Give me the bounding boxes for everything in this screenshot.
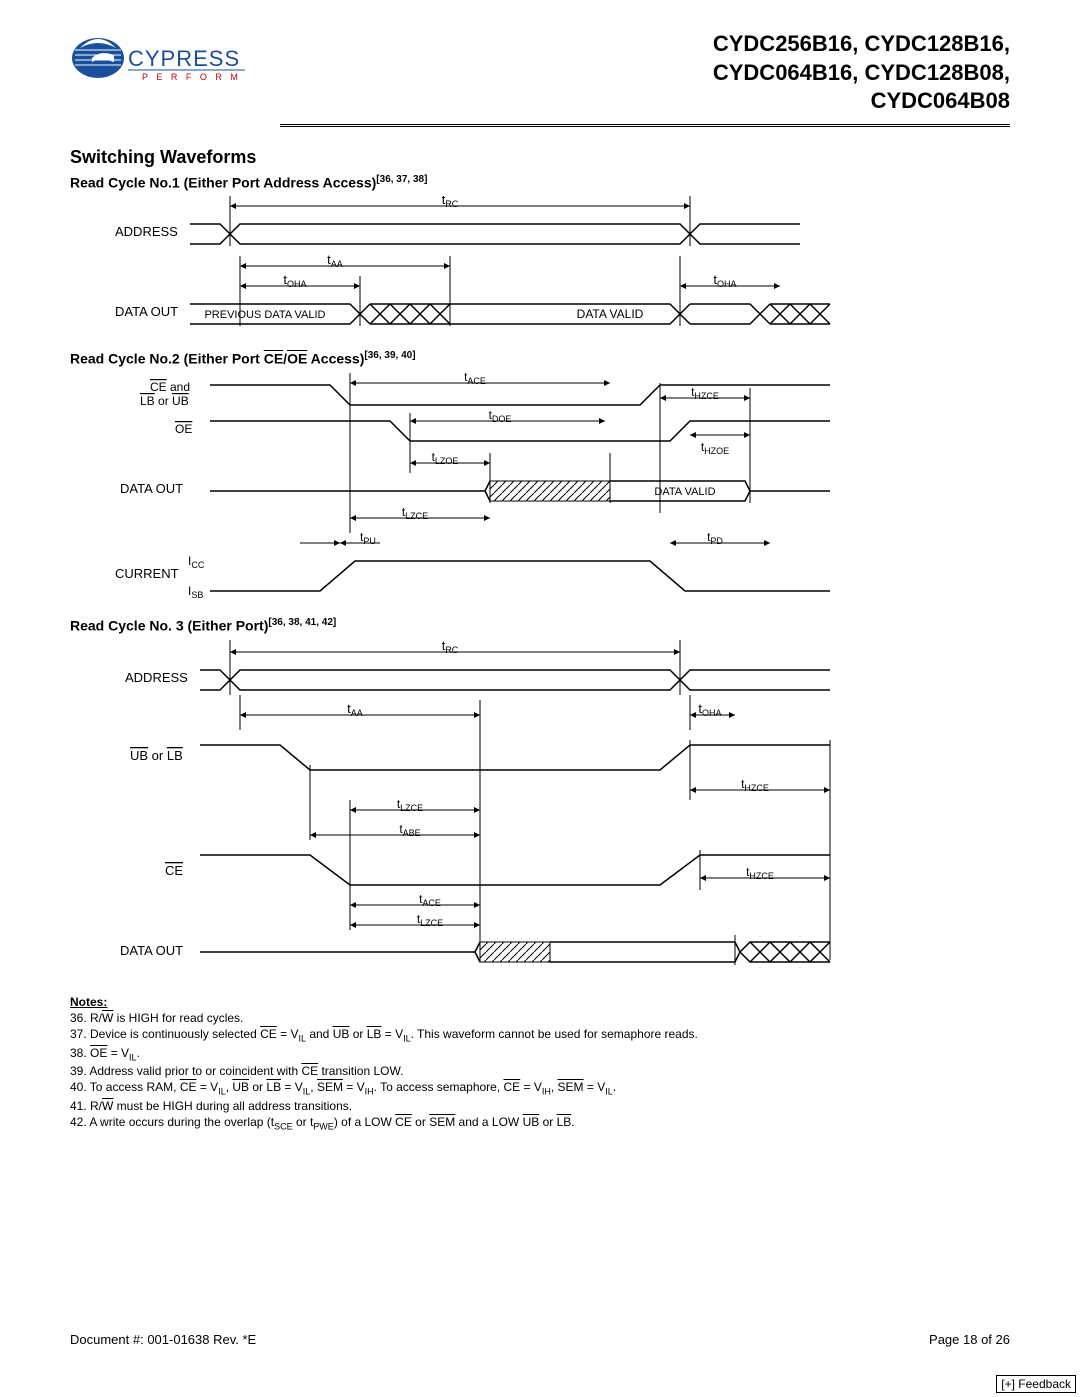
svg-text:tPU: tPU [360, 530, 376, 546]
svg-text:tOHA: tOHA [713, 272, 736, 289]
svg-text:tLZCE: tLZCE [402, 505, 428, 521]
svg-text:tAA: tAA [347, 701, 363, 718]
note-36: 36. R/W is HIGH for read cycles. [70, 1010, 1010, 1026]
cypress-logo: CYPRESS P E R F O R M [70, 30, 250, 100]
doc-number: Document #: 001-01638 Rev. *E [70, 1332, 256, 1347]
svg-text:tLZOE: tLZOE [432, 450, 459, 466]
svg-text:CURRENT: CURRENT [115, 566, 179, 581]
diagram2-title: Read Cycle No.2 (Either Port CE/OE Acces… [70, 350, 1010, 367]
svg-text:ADDRESS: ADDRESS [125, 670, 188, 685]
svg-text:tHZCE: tHZCE [746, 865, 774, 881]
svg-text:CE and: CE and [150, 380, 190, 394]
svg-text:P E R F O R M: P E R F O R M [142, 72, 241, 82]
svg-text:ADDRESS: ADDRESS [115, 224, 178, 239]
note-38: 38. OE = VIL. [70, 1045, 1010, 1064]
svg-text:tACE: tACE [419, 892, 441, 908]
svg-text:CE: CE [165, 863, 183, 878]
note-41: 41. R/W must be HIGH during all address … [70, 1098, 1010, 1114]
diagram3: tRC ADDRESS tAA tOHA UB or LB tHZCE [110, 640, 1010, 980]
svg-text:tOHA: tOHA [283, 272, 306, 289]
notes-title: Notes: [70, 994, 1010, 1010]
page-number: Page 18 of 26 [929, 1332, 1010, 1347]
parts-line3: CYDC064B08 [280, 87, 1010, 116]
svg-text:OE: OE [175, 422, 192, 436]
svg-text:CYPRESS: CYPRESS [128, 46, 240, 71]
footer: Document #: 001-01638 Rev. *E Page 18 of… [70, 1332, 1010, 1347]
svg-text:LB or UB: LB or UB [140, 394, 189, 408]
svg-text:tHZCE: tHZCE [691, 385, 719, 401]
svg-text:DATA VALID: DATA VALID [577, 307, 644, 321]
svg-text:tPD: tPD [707, 530, 723, 546]
svg-text:DATA OUT: DATA OUT [115, 304, 178, 319]
parts-line1: CYDC256B16, CYDC128B16, [280, 30, 1010, 59]
svg-text:tOHA: tOHA [698, 701, 721, 718]
svg-text:UB or LB: UB or LB [130, 748, 183, 763]
note-37: 37. Device is continuously selected CE =… [70, 1026, 1010, 1045]
parts-line2: CYDC064B16, CYDC128B08, [280, 59, 1010, 88]
svg-text:tACE: tACE [464, 373, 486, 386]
svg-text:tHZOE: tHZOE [701, 440, 729, 456]
section-title: Switching Waveforms [70, 147, 1010, 168]
svg-text:tLZCE: tLZCE [417, 912, 443, 928]
feedback-button[interactable]: [+] Feedback [996, 1375, 1076, 1393]
svg-text:ICC: ICC [188, 554, 205, 570]
note-42: 42. A write occurs during the overlap (t… [70, 1114, 1010, 1133]
part-numbers: CYDC256B16, CYDC128B16, CYDC064B16, CYDC… [280, 30, 1010, 127]
svg-text:PREVIOUS DATA VALID: PREVIOUS DATA VALID [204, 309, 325, 321]
svg-text:tABE: tABE [399, 822, 420, 838]
svg-text:tHZCE: tHZCE [741, 777, 769, 793]
svg-text:ISB: ISB [188, 584, 203, 600]
svg-text:tLZCE: tLZCE [397, 797, 423, 813]
diagram3-title: Read Cycle No. 3 (Either Port)[36, 38, 4… [70, 617, 1010, 634]
svg-text:DATA OUT: DATA OUT [120, 481, 183, 496]
diagram2: CE and LB or UB tACE tHZCE OE tDOE tHZOE [110, 373, 1010, 603]
svg-text:tRC: tRC [442, 196, 459, 209]
svg-text:DATA OUT: DATA OUT [120, 943, 183, 958]
svg-text:tAA: tAA [327, 252, 343, 269]
note-39: 39. Address valid prior to or coincident… [70, 1063, 1010, 1079]
notes: Notes: 36. R/W is HIGH for read cycles. … [70, 994, 1010, 1133]
diagram1-title: Read Cycle No.1 (Either Port Address Acc… [70, 174, 1010, 191]
svg-text:tRC: tRC [442, 640, 459, 655]
note-40: 40. To access RAM, CE = VIL, UB or LB = … [70, 1079, 1010, 1098]
svg-text:DATA VALID: DATA VALID [654, 486, 715, 498]
svg-text:tDOE: tDOE [489, 408, 512, 424]
diagram1: tRC ADDRESS tAA tOHA tOHA DATA OUT PREVI… [110, 196, 1010, 336]
